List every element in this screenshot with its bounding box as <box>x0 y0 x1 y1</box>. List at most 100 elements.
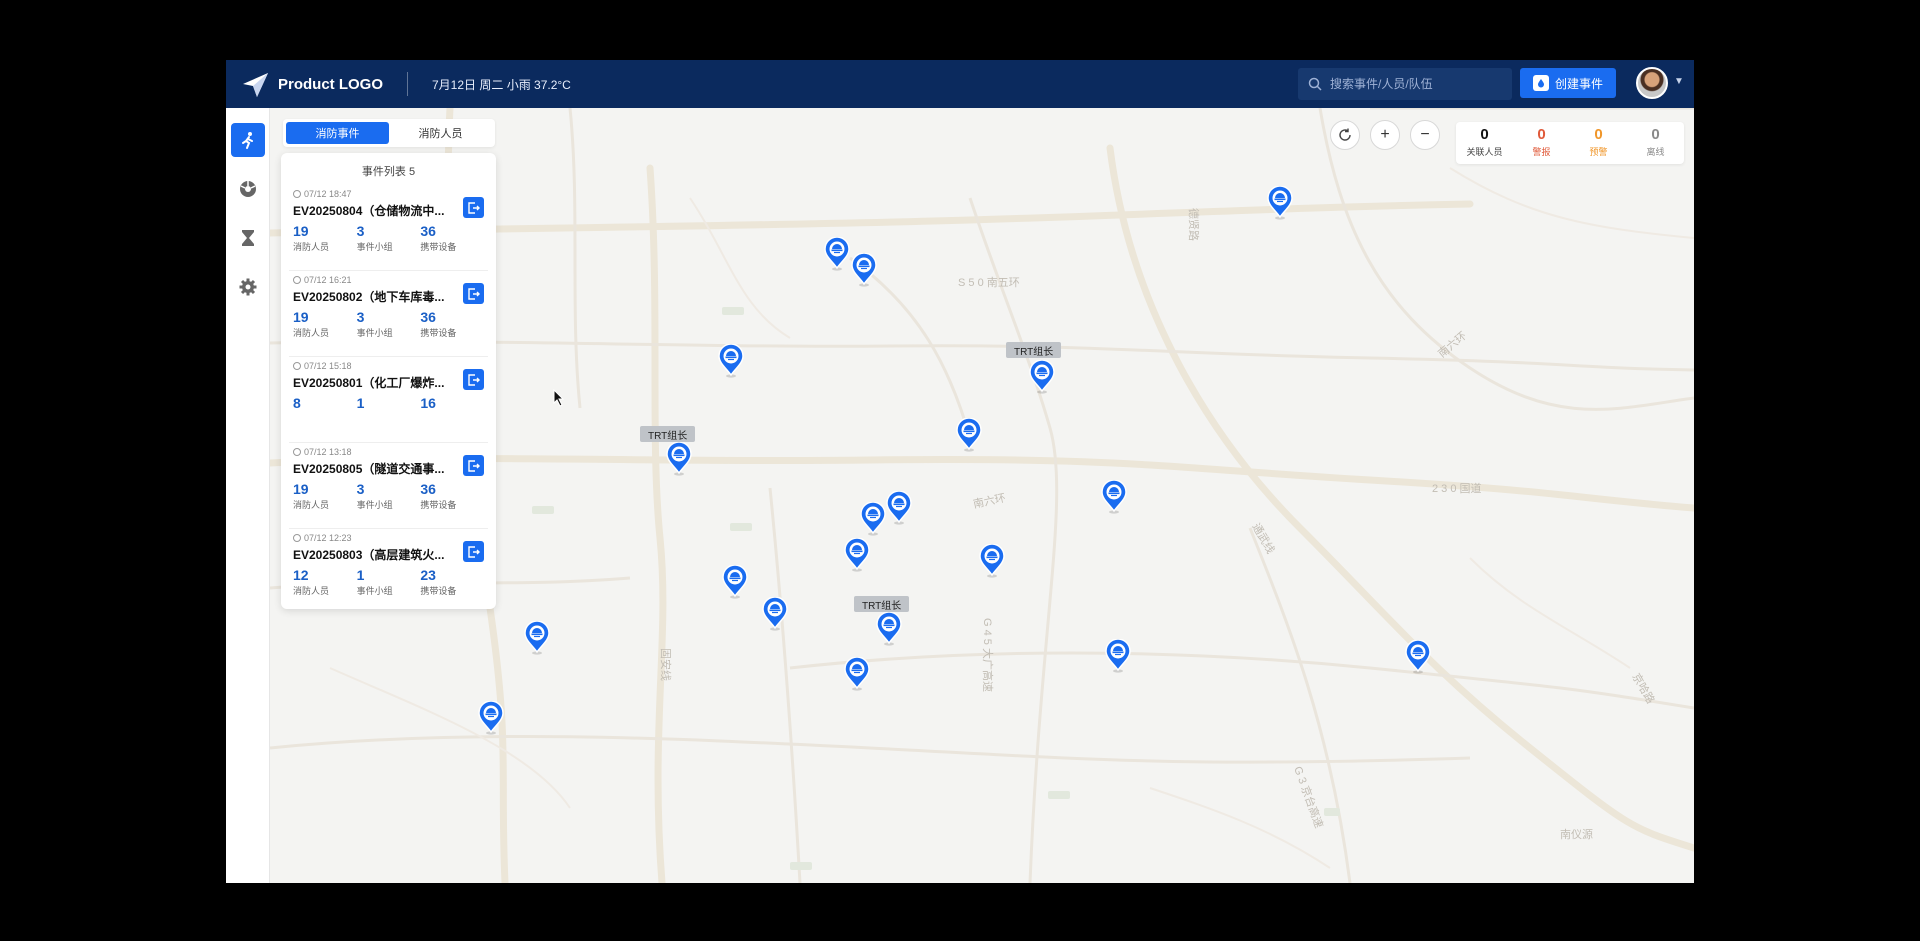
event-title: EV20250803（高层建筑火... <box>293 548 445 562</box>
refresh-button[interactable] <box>1330 120 1360 150</box>
event-stats: 19 消防人员 3 事件小组 36 携带设备 <box>293 223 484 253</box>
event-title: EV20250804（仓储物流中... <box>293 204 445 218</box>
counter-offline[interactable]: 0 离线 <box>1627 122 1684 164</box>
mouse-cursor-icon <box>553 389 565 407</box>
event-title: EV20250801（化工厂爆炸... <box>293 376 445 390</box>
zoom-in-button[interactable]: + <box>1370 120 1400 150</box>
event-card[interactable]: 07/12 15:18 EV20250801（化工厂爆炸... 8 1 16 <box>289 357 488 443</box>
dashboard-icon <box>239 181 256 197</box>
personnel-marker-icon[interactable] <box>956 418 982 452</box>
trt-leader-label[interactable]: TRT组长 <box>640 426 696 442</box>
running-person-icon <box>241 132 253 149</box>
stat-label: 事件小组 <box>356 586 393 596</box>
event-card[interactable]: 07/12 18:47 EV20250804（仓储物流中... 19 消防人员 3… <box>289 185 488 271</box>
stat-label: 消防人员 <box>293 242 330 252</box>
event-time: 07/12 15:18 <box>304 361 352 371</box>
personnel-marker-icon[interactable] <box>1405 640 1431 674</box>
stat-personnel-count: 19 <box>293 223 309 239</box>
search-box[interactable] <box>1298 68 1512 100</box>
event-time: 07/12 16:21 <box>304 275 352 285</box>
stat-label: 事件小组 <box>356 328 393 338</box>
counter-alarm[interactable]: 0 警报 <box>1513 122 1570 164</box>
stat-label: 携带设备 <box>420 586 457 596</box>
event-stats: 19 消防人员 3 事件小组 36 携带设备 <box>293 309 484 339</box>
event-time: 07/12 13:18 <box>304 447 352 457</box>
search-input[interactable] <box>1330 77 1490 91</box>
gear-icon <box>239 278 256 296</box>
personnel-marker-icon[interactable] <box>860 502 886 536</box>
personnel-marker-icon[interactable] <box>1029 360 1055 394</box>
personnel-marker-icon[interactable] <box>824 237 850 271</box>
enter-event-button[interactable] <box>463 455 484 476</box>
personnel-marker-icon[interactable] <box>722 565 748 599</box>
personnel-marker-icon[interactable] <box>524 621 550 655</box>
stat-group-count: 3 <box>356 481 365 497</box>
stat-label: 携带设备 <box>420 328 457 338</box>
stat-personnel-count: 8 <box>293 395 301 411</box>
event-list-panel: 事件列表 5 07/12 18:47 EV20250804（仓储物流中... 1… <box>281 153 496 609</box>
event-stats: 19 消防人员 3 事件小组 36 携带设备 <box>293 481 484 511</box>
enter-event-button[interactable] <box>463 541 484 562</box>
stat-label: 携带设备 <box>420 500 457 510</box>
trt-leader-label[interactable]: TRT组长 <box>854 596 910 612</box>
event-title: EV20250802（地下车库毒... <box>293 290 445 304</box>
stat-label: 消防人员 <box>293 500 330 510</box>
exit-icon <box>467 373 480 386</box>
stat-equipment-count: 36 <box>420 309 436 325</box>
enter-event-button[interactable] <box>463 197 484 218</box>
exit-icon <box>467 459 480 472</box>
personnel-marker-icon[interactable] <box>844 657 870 691</box>
trt-leader-label[interactable]: TRT组长 <box>1006 342 1062 358</box>
drop-icon <box>1532 75 1549 91</box>
user-avatar[interactable] <box>1636 67 1668 99</box>
personnel-marker-icon[interactable] <box>478 701 504 735</box>
rail-running-person[interactable] <box>230 123 265 157</box>
event-card[interactable]: 07/12 12:23 EV20250803（高层建筑火... 12 消防人员 1… <box>289 529 488 615</box>
personnel-marker-icon[interactable] <box>1267 186 1293 220</box>
tab-fire-personnel[interactable]: 消防人员 <box>389 122 492 144</box>
personnel-marker-icon[interactable] <box>851 253 877 287</box>
mode-tabs: 消防事件 消防人员 <box>283 119 495 147</box>
personnel-marker-icon[interactable] <box>1101 480 1127 514</box>
personnel-marker-icon[interactable] <box>762 597 788 631</box>
personnel-marker-icon[interactable] <box>979 544 1005 578</box>
stat-group-count: 3 <box>356 309 365 325</box>
event-card[interactable]: 07/12 16:21 EV20250802（地下车库毒... 19 消防人员 3… <box>289 271 488 357</box>
event-stats: 12 消防人员 1 事件小组 23 携带设备 <box>293 567 484 597</box>
rail-settings[interactable] <box>231 270 265 304</box>
logo-arrow-icon <box>243 73 268 97</box>
tab-fire-events[interactable]: 消防事件 <box>286 122 389 144</box>
date-weather: 7月12日 周二 小雨 37.2°C <box>432 77 571 92</box>
plus-icon: + <box>1380 126 1390 143</box>
personnel-marker-icon[interactable] <box>1105 639 1131 673</box>
search-icon <box>1308 77 1322 91</box>
stat-group-count: 3 <box>356 223 365 239</box>
exit-icon <box>467 545 480 558</box>
app-window: S 5 0 南五环 南六环 2 3 0 国道 通武线 G 4 5 大广高速 南六… <box>226 60 1694 883</box>
rail-history[interactable] <box>231 221 265 255</box>
exit-icon <box>467 287 480 300</box>
minus-icon: − <box>1420 126 1430 143</box>
chevron-down-icon[interactable]: ▼ <box>1674 76 1684 87</box>
clock-icon <box>293 448 301 456</box>
counter-related[interactable]: 0 关联人员 <box>1456 122 1513 164</box>
exit-icon <box>467 201 480 214</box>
stat-group-count: 1 <box>356 567 365 583</box>
stat-group-count: 1 <box>356 395 365 411</box>
personnel-marker-icon[interactable] <box>886 491 912 525</box>
rail-dashboard[interactable] <box>231 172 265 206</box>
enter-event-button[interactable] <box>463 283 484 304</box>
personnel-marker-icon[interactable] <box>844 538 870 572</box>
zoom-out-button[interactable]: − <box>1410 120 1440 150</box>
refresh-icon <box>1339 128 1351 141</box>
personnel-marker-icon[interactable] <box>718 344 744 378</box>
logo[interactable]: Product LOGO <box>240 69 383 99</box>
enter-event-button[interactable] <box>463 369 484 390</box>
stat-label: 消防人员 <box>293 328 330 338</box>
create-event-button[interactable]: 创建事件 <box>1520 68 1616 98</box>
personnel-marker-icon[interactable] <box>666 442 692 476</box>
event-card[interactable]: 07/12 13:18 EV20250805（隧道交通事... 19 消防人员 3… <box>289 443 488 529</box>
personnel-marker-icon[interactable] <box>876 612 902 646</box>
header-divider <box>407 72 408 96</box>
counter-warning[interactable]: 0 预警 <box>1570 122 1627 164</box>
